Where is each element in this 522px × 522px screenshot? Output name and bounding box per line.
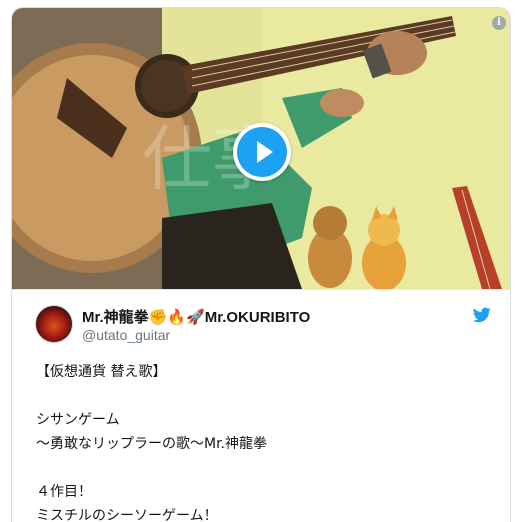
video-thumbnail[interactable]: 仕事 i [12,8,510,289]
avatar[interactable] [35,305,73,343]
media-divider [12,289,510,290]
twitter-bird-icon[interactable] [473,307,491,323]
play-button[interactable] [233,123,291,181]
user-handle[interactable]: @utato_guitar [82,327,170,343]
tweet-text: 【仮想通貨 替え歌】 シサンゲーム 〜勇敢なリップラーの歌〜Mr.神龍拳 ４作目… [36,364,267,522]
embedded-tweet-card: 仕事 i Mr.神龍拳✊🔥🚀Mr.OKURIBITO @utato_guitar… [11,7,511,522]
play-icon [237,127,287,177]
info-icon[interactable]: i [492,16,506,30]
display-name[interactable]: Mr.神龍拳✊🔥🚀Mr.OKURIBITO [82,306,310,327]
